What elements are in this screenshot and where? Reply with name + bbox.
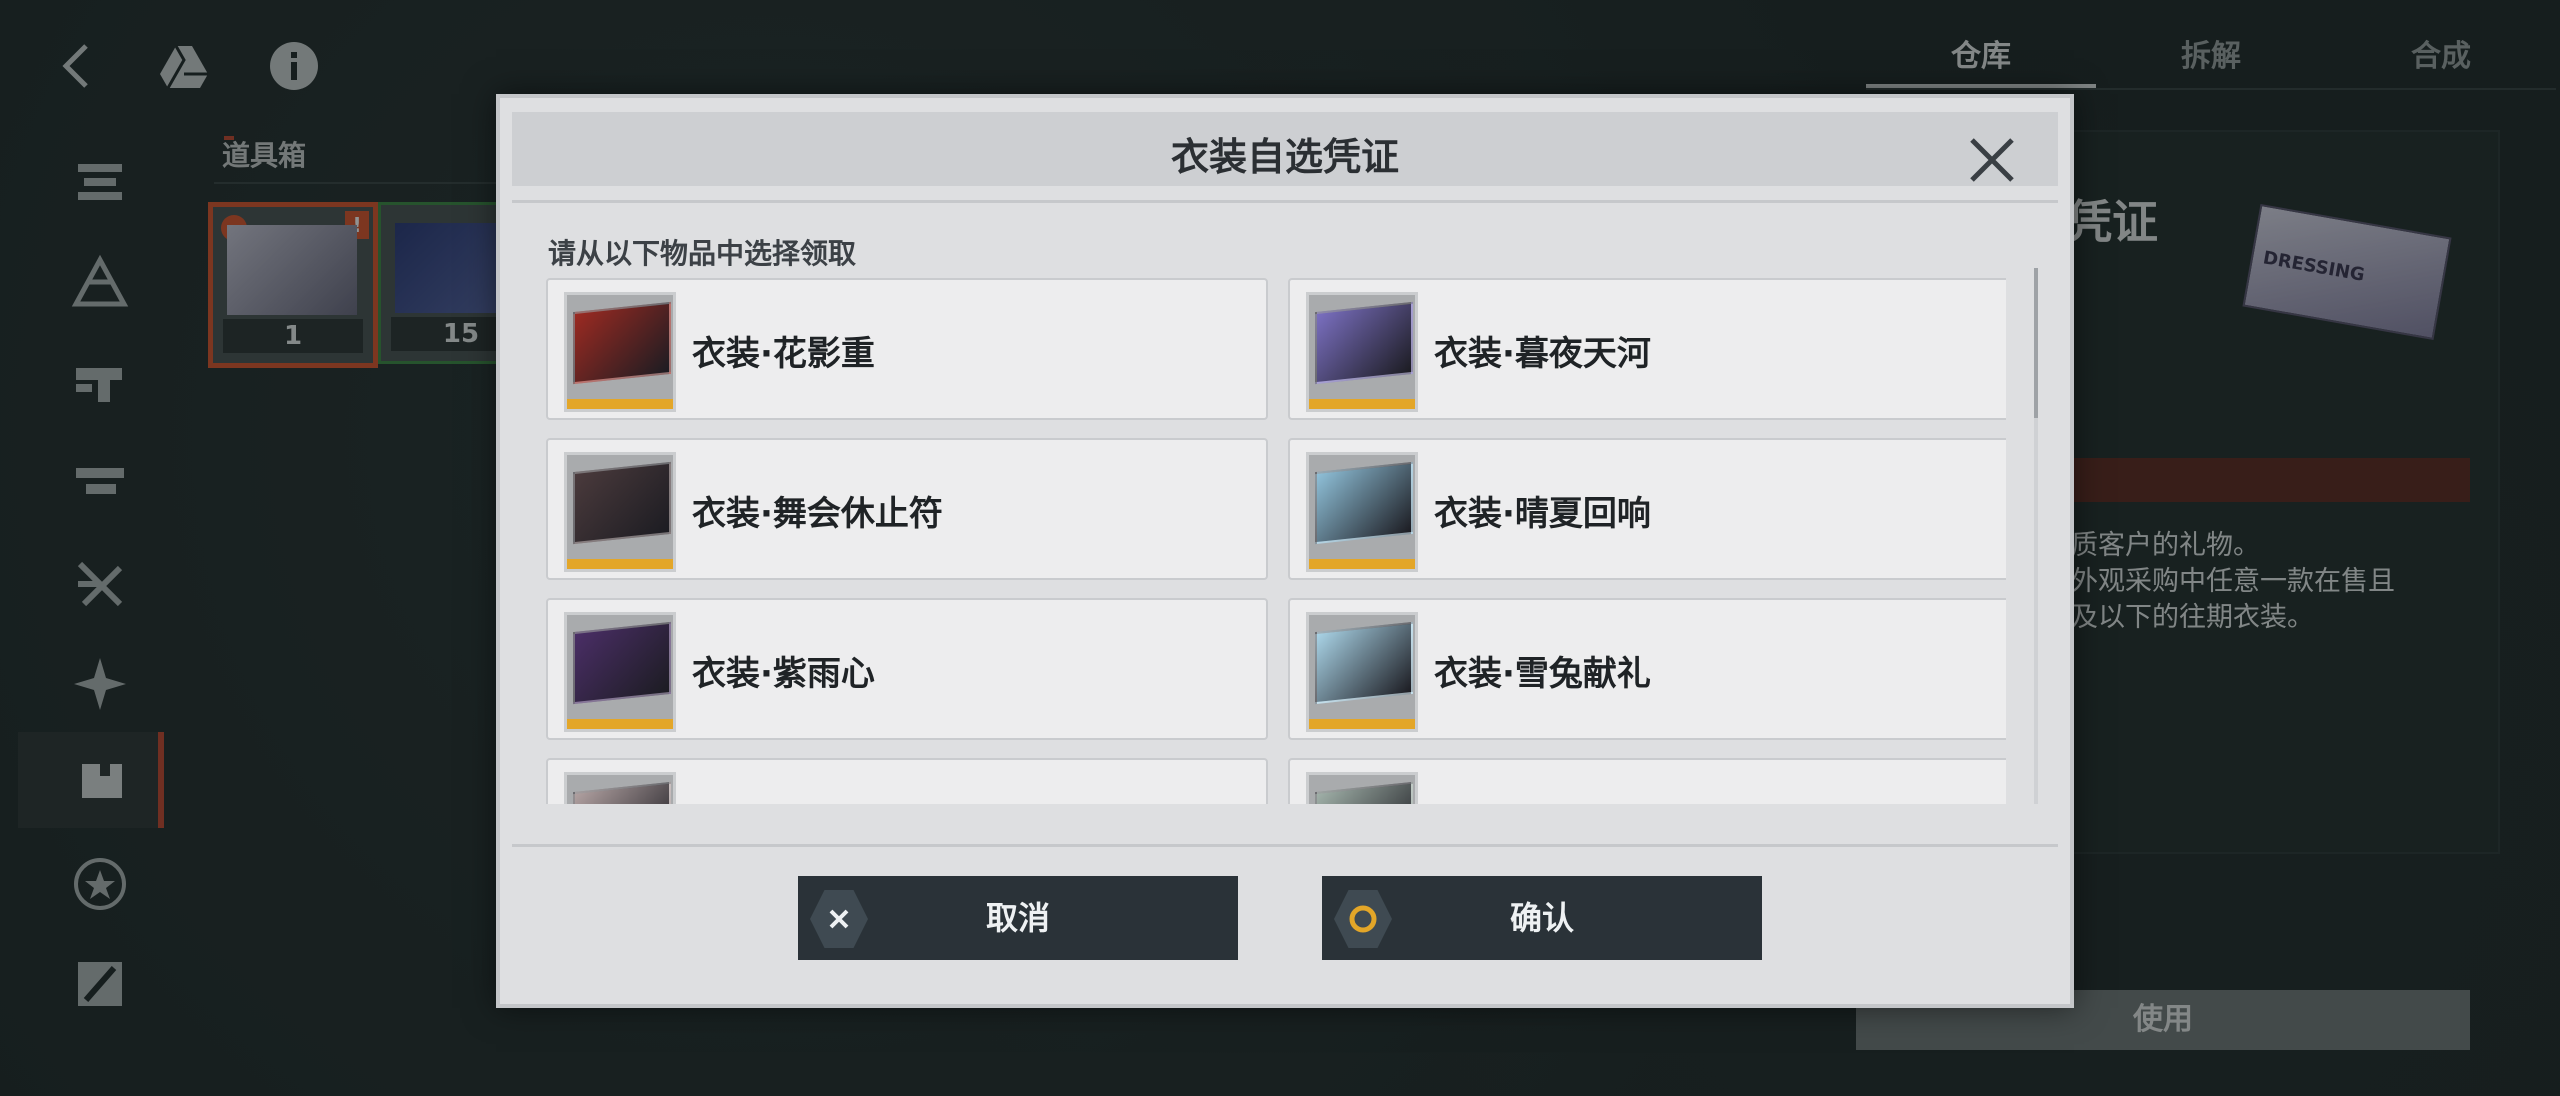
item-thumbnail xyxy=(564,612,676,732)
list-item[interactable]: 衣装·花影重 xyxy=(546,278,1268,420)
modal-prompt: 请从以下物品中选择领取 xyxy=(548,237,857,270)
item-thumbnail xyxy=(1306,612,1418,732)
footer-divider xyxy=(512,844,2058,847)
close-icon xyxy=(829,909,849,929)
modal-title: 衣装自选凭证 xyxy=(1170,135,1399,179)
modal-header: 衣装自选凭证 xyxy=(512,112,2058,186)
list-item[interactable]: 衣装·舞会休止符 xyxy=(546,438,1268,580)
list-item[interactable]: 衣装·紫雨心 xyxy=(546,598,1268,740)
item-thumbnail xyxy=(1306,452,1418,572)
item-thumbnail xyxy=(1306,292,1418,412)
cancel-hex-badge xyxy=(810,890,868,948)
confirm-button[interactable]: 确认 xyxy=(1322,876,1762,960)
item-name: 衣装·雪兔献礼 xyxy=(1434,654,1651,694)
confirm-label: 确认 xyxy=(1509,899,1574,937)
close-icon[interactable] xyxy=(1966,134,2018,186)
item-name: 衣装·紫雨心 xyxy=(692,654,875,694)
list-scrollbar-thumb[interactable] xyxy=(2034,268,2038,418)
cancel-label: 取消 xyxy=(985,899,1050,937)
item-name: 衣装·暮夜天河 xyxy=(1434,334,1651,374)
list-item[interactable]: 衣装·暮夜天河 xyxy=(1288,278,2006,420)
cancel-button[interactable]: 取消 xyxy=(798,876,1238,960)
item-thumbnail xyxy=(564,292,676,412)
voucher-select-modal: 衣装自选凭证 请从以下物品中选择领取 衣装·花影重 衣装·暮夜天河 衣装·舞会休… xyxy=(496,94,2074,1008)
item-name: 衣装·舞会休止符 xyxy=(692,494,943,534)
list-footer-area xyxy=(512,804,2058,944)
item-thumbnail xyxy=(564,452,676,572)
list-item[interactable]: 衣装·雪兔献礼 xyxy=(1288,598,2006,740)
header-divider xyxy=(512,200,2058,203)
circle-icon xyxy=(1349,905,1377,933)
item-name: 衣装·花影重 xyxy=(692,334,875,374)
list-item[interactable]: 衣装·晴夏回响 xyxy=(1288,438,2006,580)
confirm-hex-badge xyxy=(1334,890,1392,948)
item-name: 衣装·晴夏回响 xyxy=(1434,494,1651,534)
